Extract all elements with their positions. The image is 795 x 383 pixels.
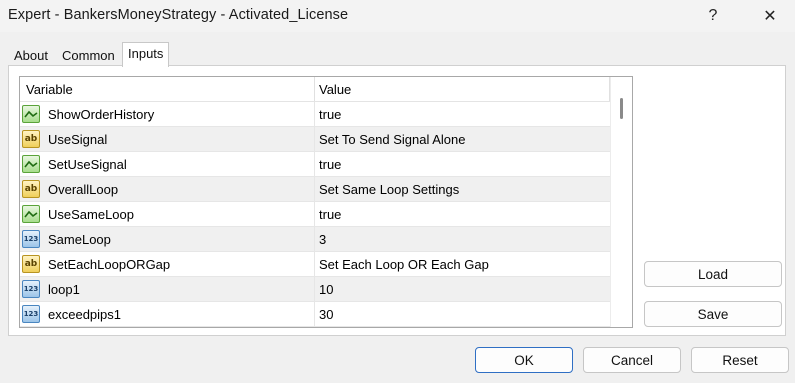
ok-button[interactable]: OK — [475, 347, 573, 373]
scrollbar-thumb[interactable] — [620, 98, 623, 119]
table-row[interactable]: ab UseSignal Set To Send Signal Alone — [20, 127, 610, 152]
grid-header: Variable Value — [20, 77, 610, 102]
variable-name: SameLoop — [48, 232, 111, 247]
vertical-scrollbar[interactable] — [610, 77, 632, 327]
window-title: Expert - BankersMoneyStrategy - Activate… — [8, 7, 349, 23]
column-divider[interactable] — [314, 77, 315, 101]
variable-value[interactable]: 3 — [319, 232, 326, 247]
table-row[interactable]: ab SetEachLoopORGap Set Each Loop OR Eac… — [20, 252, 610, 277]
column-header-variable[interactable]: Variable — [26, 82, 73, 97]
column-header-value[interactable]: Value — [319, 82, 351, 97]
table-row[interactable]: SetUseSignal true — [20, 152, 610, 177]
variable-name: SetUseSignal — [48, 157, 127, 172]
variable-value[interactable]: 30 — [319, 307, 333, 322]
tab-inputs[interactable]: Inputs — [122, 42, 170, 67]
grid-rows: ShowOrderHistory true ab UseSignal Set T… — [20, 102, 610, 327]
string-icon: ab — [22, 130, 40, 148]
table-row[interactable]: 123 SameLoop 3 — [20, 227, 610, 252]
variable-value[interactable]: Set Each Loop OR Each Gap — [319, 257, 489, 272]
variable-name: exceedpips1 — [48, 307, 121, 322]
string-icon: ab — [22, 180, 40, 198]
tab-about[interactable]: About — [8, 45, 54, 67]
cell-divider — [314, 127, 315, 151]
cancel-button[interactable]: Cancel — [583, 347, 681, 373]
variable-name: UseSignal — [48, 132, 108, 147]
variable-value[interactable]: Set To Send Signal Alone — [319, 132, 466, 147]
save-button[interactable]: Save — [644, 301, 782, 327]
reset-button[interactable]: Reset — [691, 347, 789, 373]
cell-divider — [314, 302, 315, 326]
table-row[interactable]: 123 loop1 10 — [20, 277, 610, 302]
help-icon: ? — [708, 7, 718, 24]
table-row[interactable]: ShowOrderHistory true — [20, 102, 610, 127]
cell-divider — [314, 227, 315, 251]
variable-value[interactable]: 10 — [319, 282, 333, 297]
string-icon: ab — [22, 255, 40, 273]
cell-divider — [314, 202, 315, 226]
cell-divider — [314, 152, 315, 176]
cell-divider — [314, 252, 315, 276]
close-button[interactable]: ✕ — [747, 0, 793, 32]
variable-name: UseSameLoop — [48, 207, 134, 222]
variable-name: SetEachLoopORGap — [48, 257, 171, 272]
variable-name: ShowOrderHistory — [48, 107, 155, 122]
table-row[interactable]: ab OverallLoop Set Same Loop Settings — [20, 177, 610, 202]
cell-divider — [314, 177, 315, 201]
title-bar: Expert - BankersMoneyStrategy - Activate… — [0, 0, 795, 32]
number-icon: 123 — [22, 280, 40, 298]
bool-icon — [22, 205, 40, 223]
inputs-grid: Variable Value ShowOrderHistory true ab … — [19, 76, 633, 328]
table-row[interactable]: 123 exceedpips1 30 — [20, 302, 610, 327]
close-icon: ✕ — [763, 8, 777, 25]
bool-icon — [22, 105, 40, 123]
number-icon: 123 — [22, 305, 40, 323]
bool-icon — [22, 155, 40, 173]
load-button[interactable]: Load — [644, 261, 782, 287]
help-button[interactable]: ? — [690, 0, 736, 32]
variable-value[interactable]: true — [319, 207, 341, 222]
cell-divider — [314, 277, 315, 301]
variable-name: OverallLoop — [48, 182, 119, 197]
variable-name: loop1 — [48, 282, 80, 297]
cell-divider — [314, 102, 315, 126]
tab-common[interactable]: Common — [56, 45, 121, 67]
variable-value[interactable]: Set Same Loop Settings — [319, 182, 459, 197]
variable-value[interactable]: true — [319, 107, 341, 122]
number-icon: 123 — [22, 230, 40, 248]
variable-value[interactable]: true — [319, 157, 341, 172]
table-row[interactable]: UseSameLoop true — [20, 202, 610, 227]
